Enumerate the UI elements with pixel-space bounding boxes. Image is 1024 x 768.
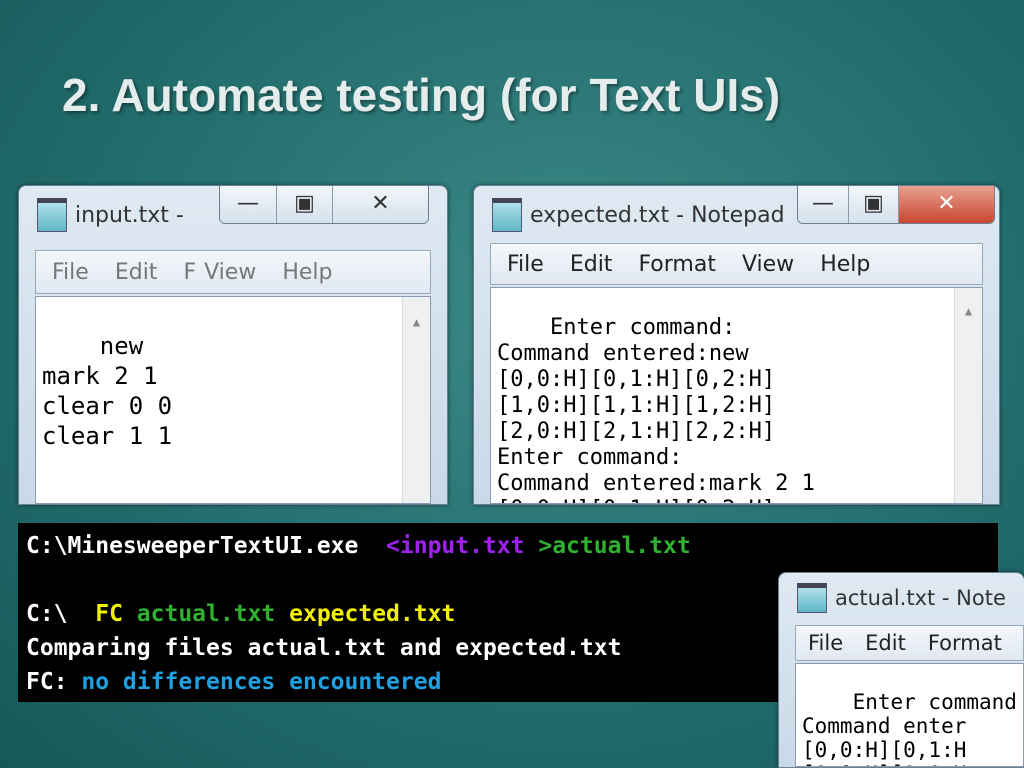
file-content: Enter command Command enter [0,0:H][0,1:… [802, 690, 1017, 766]
vertical-scrollbar[interactable]: ▲ [954, 288, 982, 503]
text-area[interactable]: new mark 2 1 clear 0 0 clear 1 1 ▲ [35, 296, 431, 504]
maximize-button[interactable]: ▣ [276, 186, 332, 223]
menu-file[interactable]: File [52, 260, 89, 285]
input-redirect: <input.txt [386, 533, 539, 559]
vertical-scrollbar[interactable]: ▲ [402, 297, 430, 503]
fc-arg-actual: actual.txt [136, 601, 290, 627]
close-button[interactable]: ✕ [332, 186, 428, 223]
notepad-icon [797, 583, 827, 613]
minimize-button[interactable]: — [220, 186, 276, 223]
notepad-icon [492, 198, 522, 232]
fc-command: FC [95, 601, 137, 627]
file-content: Enter command: Command entered:new [0,0:… [497, 315, 815, 503]
menu-view[interactable]: View [204, 260, 256, 285]
menu-edit[interactable]: Edit [570, 252, 613, 277]
fc-arg-expected: expected.txt [289, 601, 456, 627]
window-title: actual.txt - Note [835, 586, 1006, 610]
minimize-button[interactable]: — [798, 186, 848, 223]
menu-file[interactable]: File [507, 252, 544, 277]
window-title: input.txt - [75, 202, 184, 228]
menu-format[interactable]: Format [928, 631, 1002, 655]
menu-format[interactable]: Format [638, 252, 716, 277]
window-title: expected.txt - Notepad [530, 202, 785, 228]
menu-view[interactable]: View [742, 252, 794, 277]
output-redirect: >actual.txt [538, 533, 691, 559]
menu-help[interactable]: Help [282, 260, 332, 285]
menu-edit[interactable]: Edit [115, 260, 158, 285]
notepad-icon [37, 198, 67, 232]
text-area[interactable]: Enter command Command enter [0,0:H][0,1:… [795, 663, 1024, 767]
maximize-button[interactable]: ▣ [848, 186, 898, 223]
menu-format[interactable]: F [183, 260, 196, 285]
menu-file[interactable]: File [808, 631, 843, 655]
file-content: new mark 2 1 clear 0 0 clear 1 1 [42, 332, 173, 450]
close-button[interactable]: ✕ [898, 186, 994, 223]
slide-title: 2. Automate testing (for Text UIs) [62, 69, 781, 121]
actual-notepad-window[interactable]: actual.txt - Note File Edit Format Enter… [778, 572, 1024, 768]
input-notepad-window[interactable]: input.txt - — ▣ ✕ File Edit F View Help … [18, 185, 448, 505]
text-area[interactable]: Enter command: Command entered:new [0,0:… [490, 287, 983, 504]
menu-help[interactable]: Help [820, 252, 870, 277]
fc-prefix: FC: [26, 669, 82, 695]
prompt: C:\ [26, 601, 96, 627]
expected-notepad-window[interactable]: expected.txt - Notepad — ▣ ✕ File Edit F… [473, 185, 1000, 505]
compare-message: Comparing files actual.txt and expected.… [26, 635, 622, 661]
fc-result: no differences encountered [81, 669, 442, 695]
menu-edit[interactable]: Edit [865, 631, 906, 655]
command-line-1: C:\MinesweeperTextUI.exe [26, 533, 387, 559]
